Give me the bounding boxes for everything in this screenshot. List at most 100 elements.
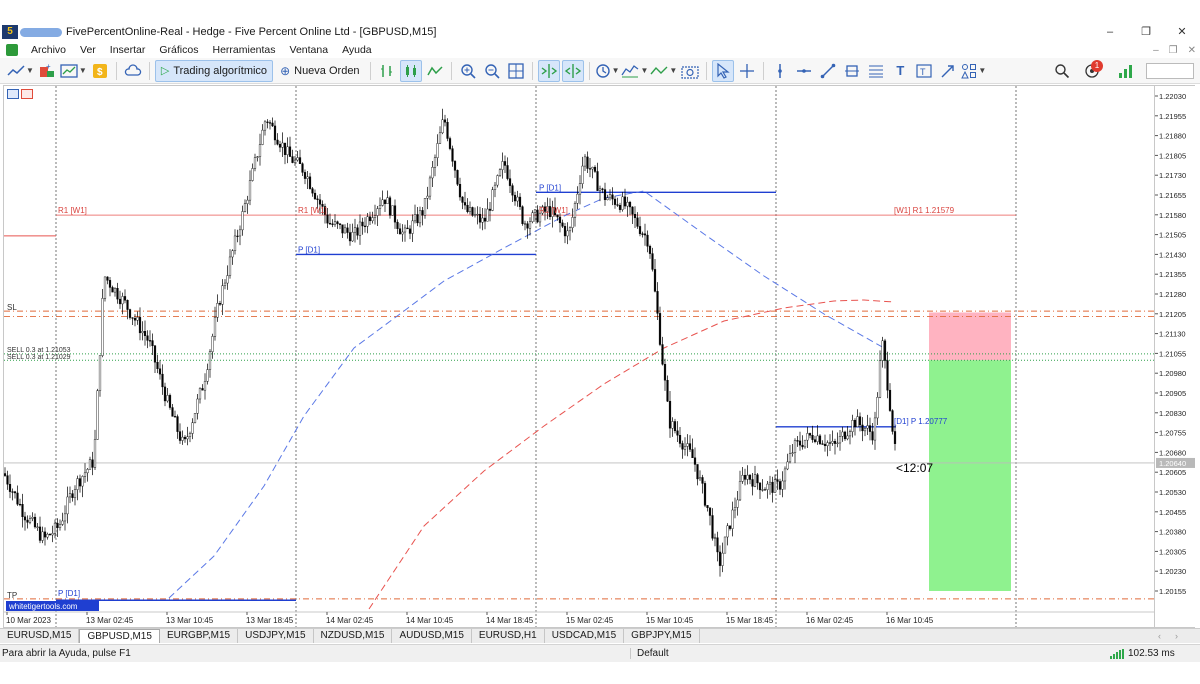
menu-insertar[interactable]: Insertar <box>103 44 153 56</box>
current-price-label: 1.20640 <box>1159 459 1186 468</box>
shapes-icon[interactable]: ▼ <box>961 60 986 82</box>
r1-weekly-label: R1 [W1] <box>539 206 568 215</box>
toolbar-separator <box>148 61 150 80</box>
tab-audusd-m15[interactable]: AUDUSD,M15 <box>392 629 472 643</box>
mdi-restore-button[interactable]: ❐ <box>1169 45 1178 56</box>
new-chart-icon[interactable]: + <box>36 60 58 82</box>
tab-eurusd-h1[interactable]: EURUSD,H1 <box>472 629 545 643</box>
new-order-button[interactable]: ⊕ Nueva Orden <box>275 60 365 82</box>
price-chart[interactable]: R1 [W1] R1 [W1] R1 [W1] [W1] R1 1.21579 P [D… <box>3 85 1155 628</box>
cursor-icon[interactable] <box>712 59 735 82</box>
screenshot-icon[interactable] <box>679 60 701 82</box>
tile-windows-icon[interactable] <box>505 60 527 82</box>
signals-icon[interactable] <box>1115 60 1137 82</box>
candle-bear <box>356 227 359 236</box>
candle-bear <box>693 457 697 465</box>
line-chart-icon[interactable]: ▼ <box>7 60 34 82</box>
vps-cloud-icon[interactable] <box>122 60 144 82</box>
expert-advisors-icon[interactable]: ▼ <box>650 60 677 82</box>
candle-bear <box>676 430 679 436</box>
candle-bear <box>133 318 137 321</box>
indicator-list-icon[interactable] <box>7 89 19 99</box>
crosshair-icon[interactable] <box>736 60 758 82</box>
vertical-line-icon[interactable] <box>769 60 791 82</box>
minimize-button[interactable]: – <box>1092 22 1128 42</box>
candle-bear <box>6 475 9 485</box>
menu-herramientas[interactable]: Herramientas <box>205 44 282 56</box>
market-icon[interactable]: $ <box>89 60 111 82</box>
notification-badge: 1 <box>1091 60 1103 72</box>
price-axis-label: 1.20530 <box>1159 488 1186 497</box>
menu-ver[interactable]: Ver <box>73 44 103 56</box>
fibonacci-icon[interactable] <box>865 60 887 82</box>
candle-bear <box>201 388 204 391</box>
candle-bear <box>111 287 114 293</box>
tab-nzdusd-m15[interactable]: NZDUSD,M15 <box>314 629 393 643</box>
time-axis-label: 14 Mar 10:45 <box>406 616 454 625</box>
symbol-search-input[interactable] <box>1146 63 1194 79</box>
candle-bear <box>508 178 512 186</box>
status-bar: Para abrir la Ayuda, pulse F1 Default 10… <box>0 644 1200 662</box>
candle-bull <box>441 119 444 134</box>
candle-bear <box>178 431 182 441</box>
channel-icon[interactable] <box>841 60 863 82</box>
status-profile[interactable]: Default <box>630 648 1110 659</box>
text-icon[interactable]: T <box>889 60 911 82</box>
arrows-icon[interactable] <box>937 60 959 82</box>
candle-bull <box>358 221 362 236</box>
candle-bear <box>771 481 774 493</box>
menu-ayuda[interactable]: Ayuda <box>335 44 379 56</box>
restore-button[interactable]: ❐ <box>1128 22 1164 42</box>
mdi-close-button[interactable]: ✕ <box>1188 45 1196 56</box>
price-axis-label: 1.21580 <box>1159 211 1186 220</box>
tab-usdcad-m15[interactable]: USDCAD,M15 <box>545 629 625 643</box>
zoom-out-icon[interactable] <box>481 60 503 82</box>
toolbar-right: 1 <box>1050 60 1194 82</box>
candle-bear <box>633 214 637 219</box>
tab-eurgbp-m15[interactable]: EURGBP,M15 <box>160 629 239 643</box>
tab-usdjpy-m15[interactable]: USDJPY,M15 <box>238 629 314 643</box>
text-label-icon[interactable]: T <box>913 60 935 82</box>
zoom-in-icon[interactable] <box>457 60 479 82</box>
horizontal-line-icon[interactable] <box>793 60 815 82</box>
candle-bull <box>36 526 39 528</box>
mdi-minimize-button[interactable]: – <box>1153 45 1159 56</box>
candle-bear <box>718 551 722 566</box>
bar-chart-icon[interactable] <box>376 60 398 82</box>
candle-bull <box>851 420 854 432</box>
tab-gbpusd-m15[interactable]: GBPUSD,M15 <box>79 629 160 643</box>
trendline-icon[interactable] <box>817 60 839 82</box>
candle-bull <box>53 522 57 534</box>
object-list-icon[interactable] <box>21 89 33 99</box>
status-help-text: Para abrir la Ayuda, pulse F1 <box>2 648 131 659</box>
window-controls: – ❐ ✕ <box>1092 22 1200 42</box>
tab-eurusd-m15[interactable]: EURUSD,M15 <box>0 629 80 643</box>
candle-bear <box>801 444 804 448</box>
tab-gbpjpy-m15[interactable]: GBPJPY,M15 <box>624 629 700 643</box>
candle-bear <box>596 171 599 191</box>
chart-shift-icon[interactable] <box>561 59 584 82</box>
candle-bear <box>13 491 17 494</box>
tab-scroll-arrows[interactable]: ‹› <box>1158 629 1192 643</box>
periods-clock-icon[interactable]: ▼ <box>595 60 619 82</box>
notifications-icon[interactable]: 1 <box>1083 60 1105 82</box>
candle-bear <box>348 232 352 242</box>
auto-scroll-icon[interactable] <box>537 59 560 82</box>
toolbar-separator <box>706 61 708 80</box>
close-button[interactable]: ✕ <box>1164 22 1200 42</box>
menu-graficos[interactable]: Gráficos <box>152 44 205 56</box>
menu-ventana[interactable]: Ventana <box>283 44 336 56</box>
candle-bull <box>203 381 207 391</box>
candle-bull <box>376 208 379 216</box>
line-mode-icon[interactable] <box>424 60 446 82</box>
candle-bull <box>476 213 479 216</box>
templates-icon[interactable]: ▼ <box>60 60 87 82</box>
indicators-icon[interactable]: ▼ <box>621 60 648 82</box>
candlestick-icon[interactable] <box>399 59 422 82</box>
search-icon[interactable] <box>1051 60 1073 82</box>
chart-window-icon <box>6 44 18 56</box>
algo-trading-button[interactable]: ▷ Trading algorítmico <box>154 59 274 82</box>
candle-bull <box>93 439 97 468</box>
menu-archivo[interactable]: Archivo <box>24 44 73 56</box>
candle-bull <box>781 480 784 490</box>
